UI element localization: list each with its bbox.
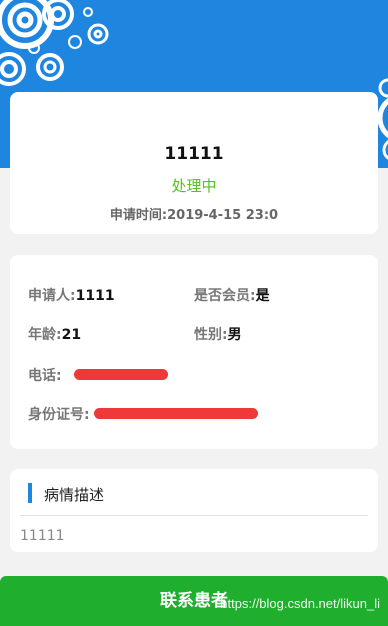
- age-field: 年龄:21: [28, 324, 81, 344]
- id-number-label: 身份证号:: [28, 407, 90, 423]
- apply-time-value: 2019-4-15 23:0: [167, 208, 279, 223]
- gender-field: 性别:男: [194, 324, 242, 344]
- id-number-field: 身份证号:: [28, 404, 90, 424]
- description-card: 病情描述 11111: [10, 469, 378, 552]
- section-accent-bar: [28, 483, 32, 503]
- member-label: 是否会员:: [194, 288, 256, 304]
- phone-redaction: [74, 369, 168, 380]
- description-text: 11111: [20, 528, 65, 544]
- applicant-value: 1111: [75, 288, 115, 304]
- member-value: 是: [255, 288, 270, 304]
- gender-value: 男: [227, 327, 242, 343]
- applicant-label: 申请人:: [28, 288, 76, 304]
- order-id: 11111: [164, 144, 224, 164]
- patient-info-card: 申请人:1111 是否会员:是 年龄:21 性别:男 电话: 身份证号:: [10, 255, 378, 449]
- gender-label: 性别:: [194, 327, 228, 343]
- status-card: 11111 处理中 申请时间:2019-4-15 23:0: [10, 92, 378, 234]
- watermark: https://blog.csdn.net/likun_li: [220, 596, 380, 611]
- id-number-redaction: [94, 408, 258, 419]
- age-label: 年龄:: [28, 327, 62, 343]
- member-field: 是否会员:是: [194, 285, 270, 305]
- description-title: 病情描述: [44, 486, 105, 504]
- status-label: 处理中: [171, 177, 217, 195]
- phone-label: 电话:: [28, 368, 62, 384]
- applicant-field: 申请人:1111: [28, 285, 115, 305]
- apply-time: 申请时间:2019-4-15 23:0: [10, 204, 378, 223]
- phone-field: 电话:: [28, 365, 62, 385]
- divider: [20, 515, 368, 516]
- apply-time-label: 申请时间:: [109, 208, 168, 223]
- age-value: 21: [61, 327, 82, 343]
